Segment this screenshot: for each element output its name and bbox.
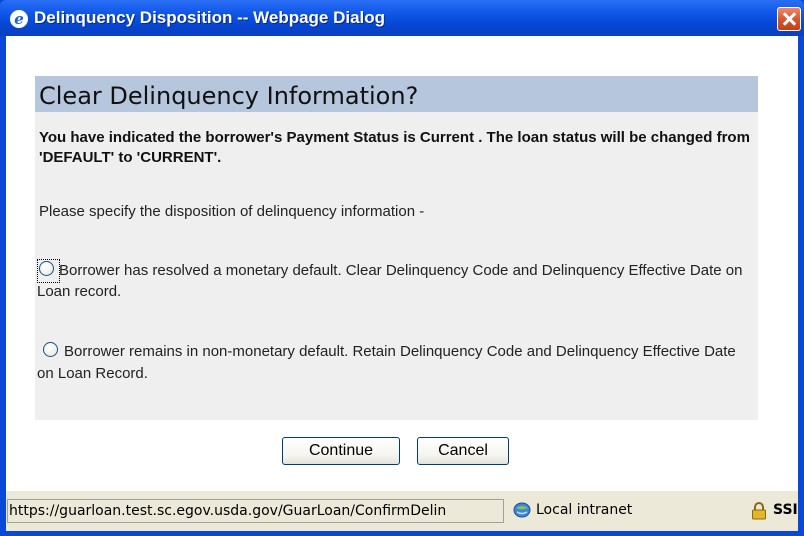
disposition-instruction: Please specify the disposition of delinq… xyxy=(39,203,425,220)
radio-focus-ring xyxy=(37,259,60,283)
retain-delinquency-radio[interactable] xyxy=(43,342,58,357)
dialog-window: e Delinquency Disposition -- Webpage Dia… xyxy=(0,0,804,536)
option-clear-delinquency[interactable]: Borrower has resolved a monetary default… xyxy=(37,259,752,302)
option-retain-delinquency[interactable]: Borrower remains in non-monetary default… xyxy=(37,340,752,384)
security-indicator[interactable]: SSI xyxy=(748,499,798,523)
status-change-message: You have indicated the borrower's Paymen… xyxy=(39,129,750,166)
close-icon[interactable] xyxy=(777,7,801,31)
continue-button[interactable]: Continue xyxy=(282,437,400,465)
ie-icon: e xyxy=(10,10,28,28)
option-label: Borrower has resolved a monetary default… xyxy=(37,262,743,300)
option-label: Borrower remains in non-monetary default… xyxy=(37,343,736,382)
delinquency-panel: Clear Delinquency Information? You have … xyxy=(35,76,758,420)
status-url: https://guarloan.test.sc.egov.usda.gov/G… xyxy=(7,499,504,523)
status-bar: https://guarloan.test.sc.egov.usda.gov/G… xyxy=(6,490,798,531)
panel-header: Clear Delinquency Information? xyxy=(35,76,758,112)
local-intranet-icon xyxy=(513,502,531,518)
lock-icon xyxy=(752,502,766,520)
security-label: SSI xyxy=(773,502,798,518)
zone-label: Local intranet xyxy=(536,502,633,518)
cancel-button[interactable]: Cancel xyxy=(417,437,509,465)
dialog-content: Clear Delinquency Information? You have … xyxy=(6,36,798,490)
window-title: Delinquency Disposition -- Webpage Dialo… xyxy=(34,8,386,27)
security-zone[interactable]: Local intranet xyxy=(508,499,738,523)
title-bar[interactable]: e Delinquency Disposition -- Webpage Dia… xyxy=(0,0,804,36)
panel-heading: Clear Delinquency Information? xyxy=(39,82,419,110)
radio-wrap xyxy=(41,340,64,364)
clear-delinquency-radio[interactable] xyxy=(39,261,54,276)
